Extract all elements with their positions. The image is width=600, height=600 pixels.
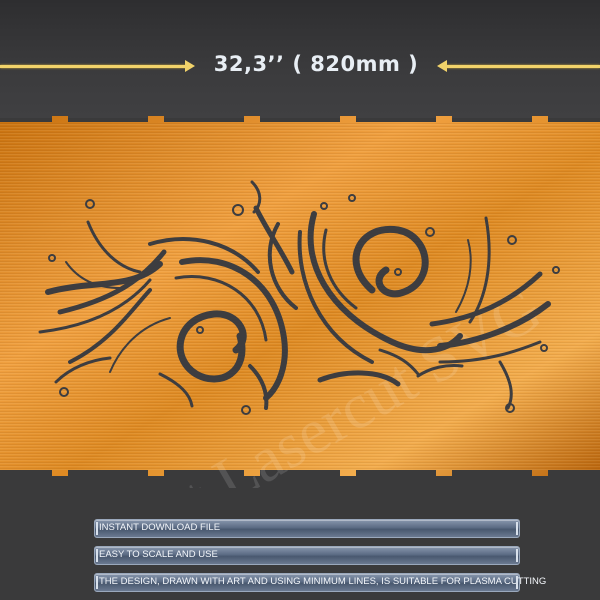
feature-label: EASY TO SCALE AND USE [99,549,218,560]
feature-bar-scale: EASY TO SCALE AND USE [94,546,520,565]
feature-bar-plasma: THE DESIGN, DRAWN WITH ART AND USING MIN… [94,573,546,592]
feature-bar-download: INSTANT DOWNLOAD FILE [94,519,520,538]
feature-list: INSTANT DOWNLOAD FILE EASY TO SCALE AND … [94,519,546,600]
feature-label: THE DESIGN, DRAWN WITH ART AND USING MIN… [99,576,547,587]
metal-panel: Cut Lasercut SVG [0,112,600,488]
panel-artwork: Cut Lasercut SVG [0,116,600,488]
feature-label: INSTANT DOWNLOAD FILE [99,522,221,533]
dimension-label: 32,3’’ ( 820mm ) [213,52,419,76]
dimension-indicator: 32,3’’ ( 820mm ) [0,48,600,84]
arrow-left-icon [437,60,600,72]
arrow-right-icon [0,60,195,72]
